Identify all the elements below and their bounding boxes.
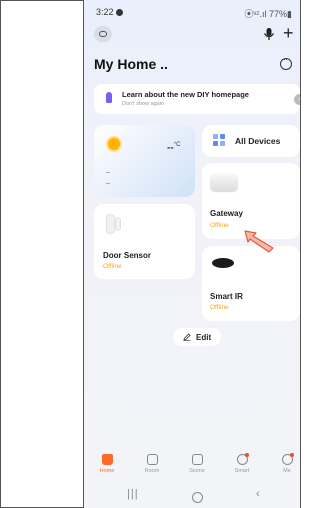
device-name: Gateway [210, 209, 243, 218]
sun-icon [108, 138, 120, 150]
smart-icon [236, 453, 249, 465]
top-bar: + [84, 24, 300, 44]
door-sensor-magnet-image [116, 218, 120, 230]
weather-detail-dash [106, 183, 110, 184]
tab-scene[interactable]: Scene [179, 452, 215, 482]
tab-label: Smart [234, 468, 250, 474]
device-card-door-sensor[interactable]: Door Sensor Offline [94, 204, 195, 279]
tab-me[interactable]: Me [269, 452, 300, 482]
phone-screen: 3:22 ⦿ᵛᶻ.ıl 77%▮ + My Home .. Learn abou… [84, 0, 300, 508]
temperature-value: --°C [167, 142, 181, 154]
notification-dot [244, 453, 249, 457]
diy-banner[interactable]: Learn about the new DIY homepage Don't s… [94, 84, 300, 114]
tab-label: Room [144, 468, 160, 474]
edit-button[interactable]: Edit [173, 328, 221, 346]
all-devices-card[interactable]: All Devices [202, 125, 300, 157]
status-time: 3:22 [96, 7, 123, 17]
device-status: Offline [210, 304, 229, 311]
status-bar: 3:22 ⦿ᵛᶻ.ıl 77%▮ [84, 0, 300, 22]
tab-label: Scene [189, 468, 205, 474]
status-indicators: ⦿ᵛᶻ.ıl 77%▮ [244, 9, 292, 19]
all-devices-label: All Devices [235, 136, 281, 146]
notification-icon [115, 9, 123, 16]
weather-detail-dash [106, 172, 110, 173]
plus-icon[interactable]: + [283, 24, 294, 42]
page-title[interactable]: My Home .. [94, 56, 168, 72]
tab-label: Home [99, 468, 115, 474]
scene-icon [191, 454, 203, 465]
device-status: Offline [210, 222, 229, 229]
notification-dot [289, 453, 294, 457]
lightbulb-icon [106, 92, 112, 103]
me-icon [281, 453, 294, 465]
pencil-icon [183, 333, 191, 341]
weather-card[interactable]: --°C [94, 125, 195, 197]
back-icon[interactable]: ‹ [256, 488, 260, 500]
system-nav-bar: ||| ‹ [84, 486, 300, 508]
tab-home[interactable]: Home [89, 452, 125, 482]
gateway-device-image [210, 173, 238, 191]
annotation-arrow-icon [244, 230, 274, 253]
tab-label: Me [283, 468, 291, 474]
room-icon [146, 454, 158, 465]
door-sensor-image [107, 215, 114, 233]
device-name: Door Sensor [103, 251, 152, 260]
device-chip-icon[interactable] [94, 26, 112, 42]
home-icon [101, 454, 113, 465]
tab-room[interactable]: Room [134, 452, 170, 482]
device-card-smart-ir[interactable]: Smart IR Offline [202, 246, 300, 321]
more-icon[interactable] [280, 54, 292, 70]
recent-apps-icon[interactable]: ||| [127, 488, 139, 500]
dont-show-again-link[interactable]: Don't show again [122, 101, 164, 107]
mic-icon[interactable] [262, 27, 276, 41]
device-name: Smart IR [210, 292, 243, 301]
edit-label: Edit [196, 333, 212, 342]
home-circle-icon[interactable] [192, 492, 203, 503]
smart-ir-device-image [212, 258, 234, 268]
grid-icon [213, 134, 226, 147]
bottom-tab-bar: Home Room Scene Smart Me [84, 452, 300, 482]
tab-smart[interactable]: Smart [224, 452, 260, 482]
device-status: Offline [103, 263, 122, 270]
banner-dismiss-icon[interactable]: › [294, 94, 300, 105]
banner-title: Learn about the new DIY homepage [122, 90, 249, 99]
